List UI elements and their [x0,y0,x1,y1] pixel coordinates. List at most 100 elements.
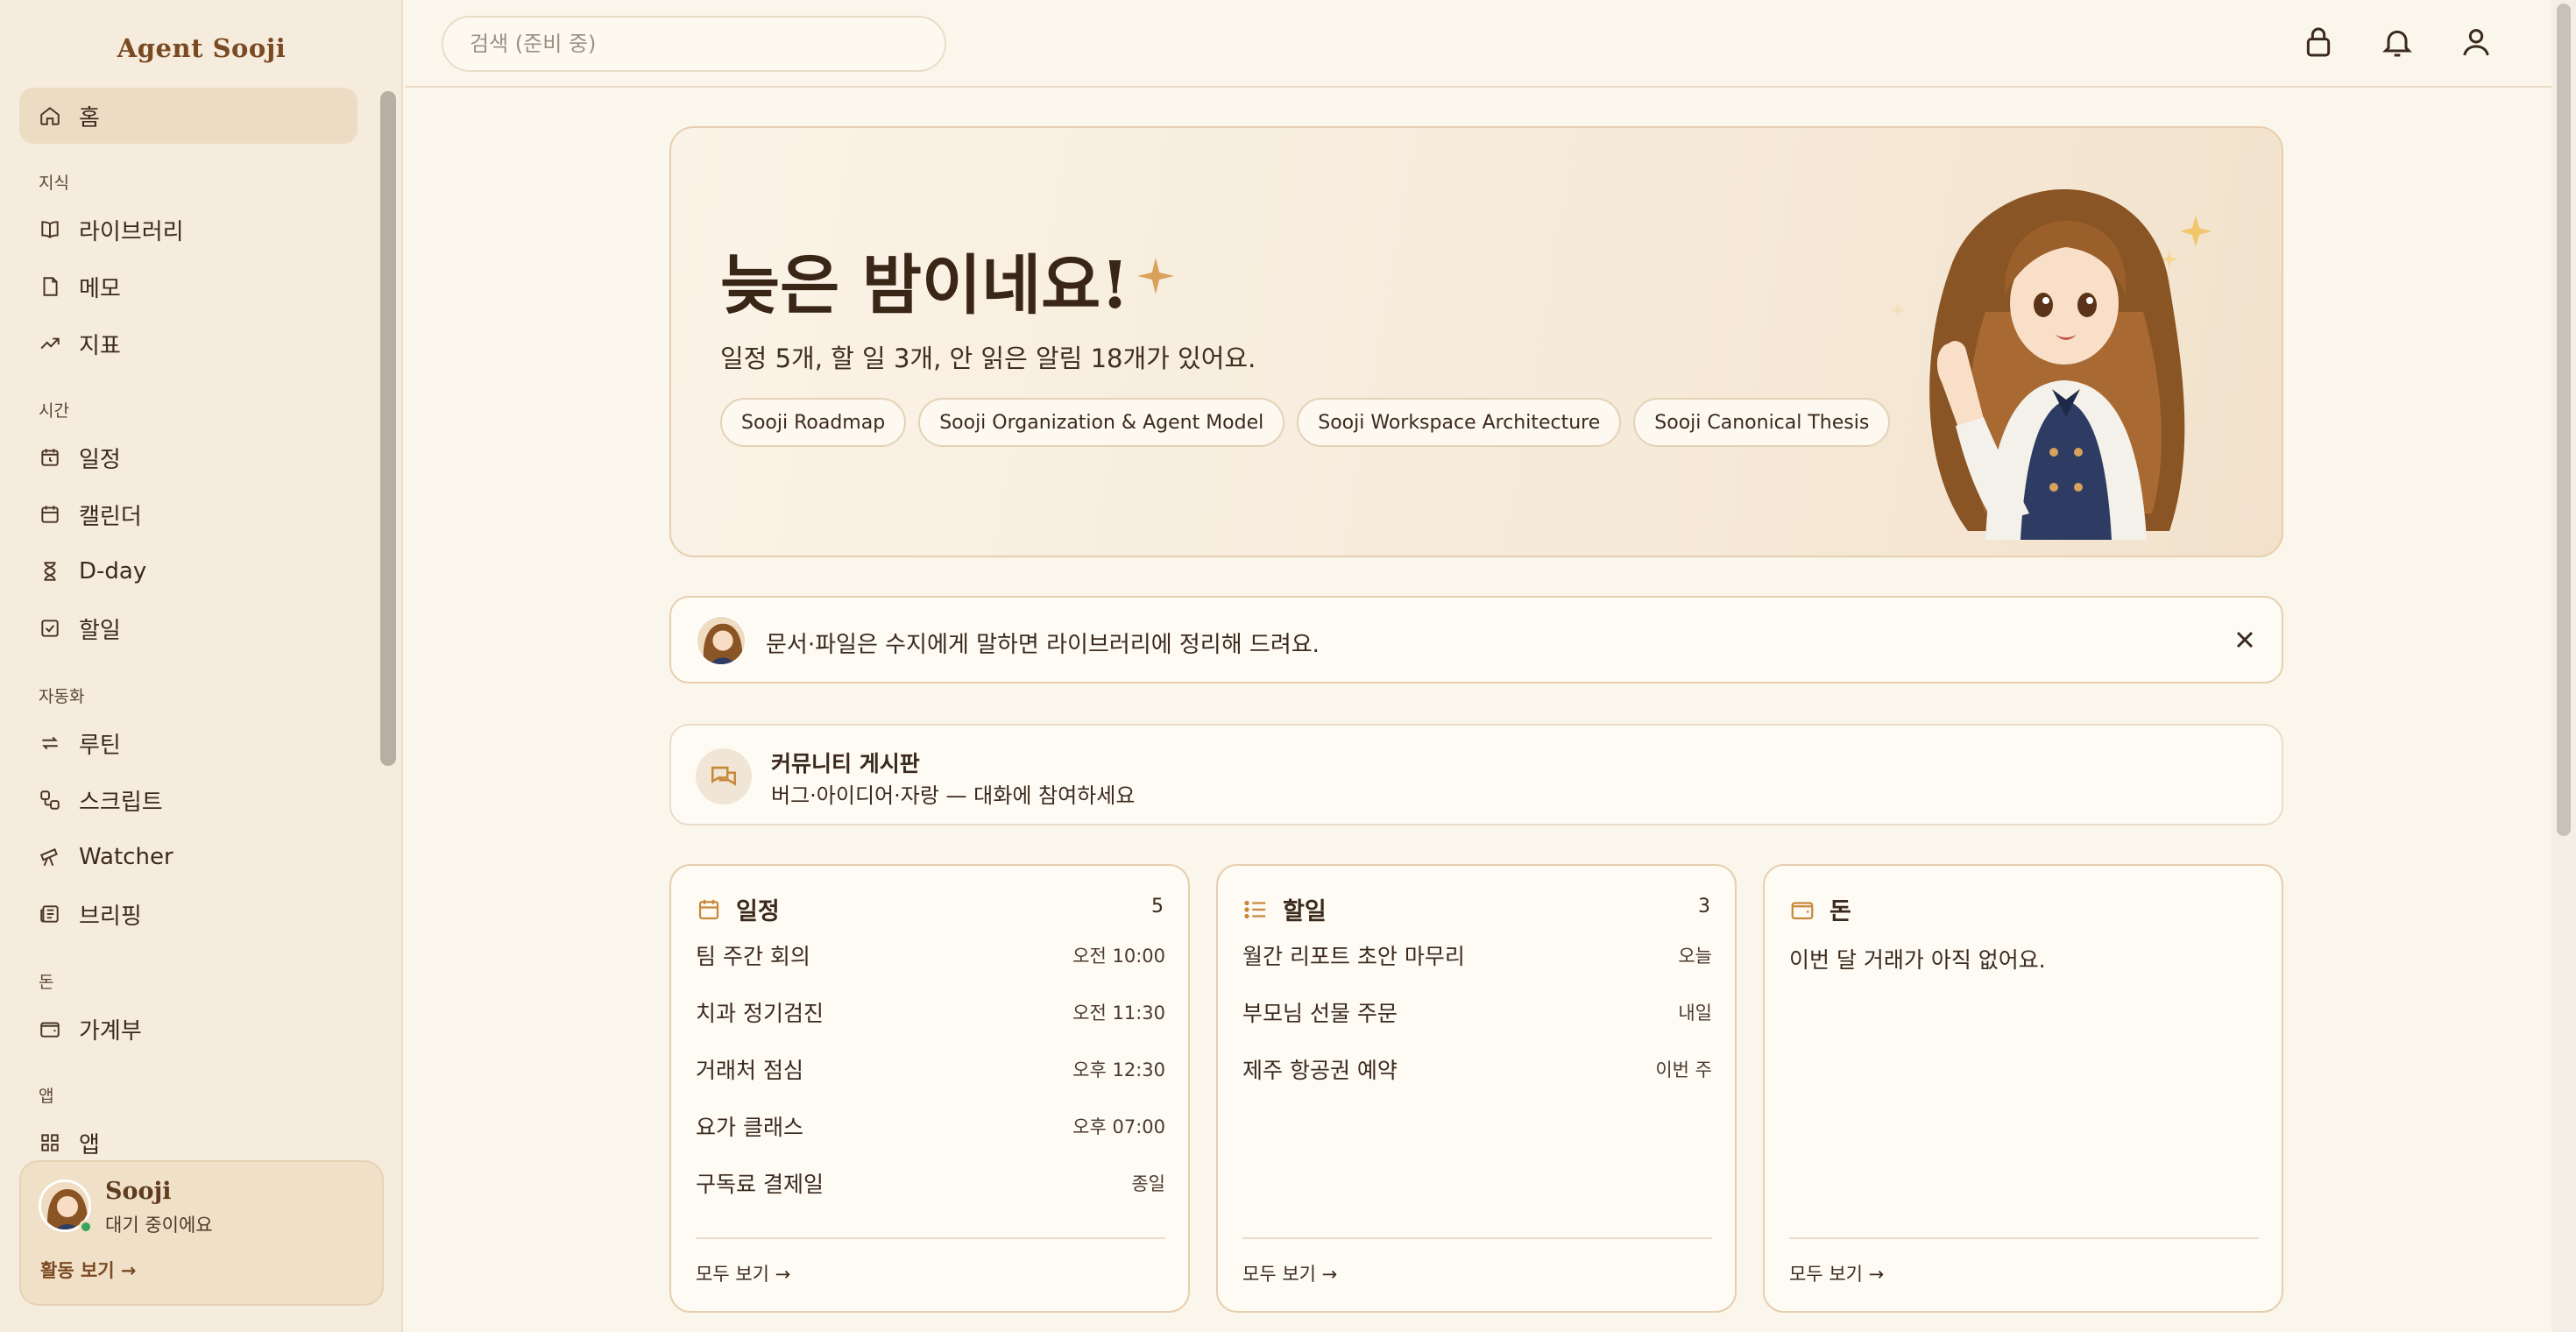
book-icon [39,218,61,241]
calendar-icon [39,503,61,526]
view-all-link[interactable]: 모두 보기 → [1789,1260,1884,1286]
sparkle-icon [1134,254,1178,298]
item-due: 오늘 [1678,946,1712,967]
card-count: 5 [1151,896,1164,918]
item-time: 종일 [1131,1173,1165,1194]
list-item[interactable]: 제주 항공권 예약 이번 주 [1242,1052,1712,1087]
list-item[interactable]: 구독료 결제일 종일 [696,1166,1165,1201]
view-all-link[interactable]: 모두 보기 → [1242,1260,1337,1286]
item-title: 요가 클래스 [696,1115,803,1140]
user-name: Sooji [105,1178,172,1205]
sidebar-item-dday[interactable]: D-day [19,543,357,599]
sidebar-item-label: 홈 [79,104,100,131]
community-subtitle: 버그·아이디어·자랑 — 대화에 참여하세요 [771,783,1136,808]
sidebar-item-metrics[interactable]: 지표 [19,315,357,372]
sidebar-item-memo[interactable]: 메모 [19,259,357,315]
search-input[interactable] [442,16,946,72]
greeting-hero: 늦은 밤이네요! 일정 5개, 할 일 3개, 안 읽은 알림 18개가 있어요… [669,126,2283,557]
item-time: 오전 10:00 [1072,946,1165,967]
sidebar-item-calendar[interactable]: 캘린더 [19,486,357,542]
trend-icon [39,332,61,355]
wallet-icon [39,1017,61,1040]
community-title: 커뮤니티 게시판 [771,751,920,776]
sidebar-item-label: 라이브러리 [79,218,184,245]
sidebar-item-label: 앱 [79,1131,100,1158]
section-apps: 앱 [39,1087,54,1106]
sidebar-item-label: 가계부 [79,1017,142,1045]
community-board-link[interactable]: 커뮤니티 게시판 버그·아이디어·자랑 — 대화에 참여하세요 [669,724,2283,825]
list-icon [1244,900,1266,918]
user-status: 대기 중이에요 [105,1215,213,1236]
section-money: 돈 [39,973,54,992]
wallet-icon [1791,901,1814,919]
list-item[interactable]: 부모님 선물 주문 내일 [1242,995,1712,1030]
section-knowledge: 지식 [39,174,69,193]
sidebar-item-briefing[interactable]: 브리핑 [19,886,357,942]
brand-logo[interactable]: Agent Sooji [0,33,403,63]
news-icon [39,903,61,925]
item-time: 오전 11:30 [1072,1003,1165,1024]
user-card[interactable]: Sooji 대기 중이에요 활동 보기 → [19,1160,384,1306]
sidebar-item-routine[interactable]: 루틴 [19,715,357,771]
item-due: 이번 주 [1655,1059,1712,1080]
divider [1242,1237,1712,1239]
card-title: 할일 [1283,898,1327,925]
hourglass-icon [39,560,61,583]
item-title: 부모님 선물 주문 [1242,1001,1398,1026]
schedule-card: 일정 5 팀 주간 회의 오전 10:00 치과 정기검진 오전 11:30 거래처… [669,864,1190,1313]
tip-banner: 문서·파일은 수지에게 말하면 라이브러리에 정리해 드려요. [669,596,2283,684]
item-title: 월간 리포트 초안 마무리 [1242,944,1465,969]
card-title: 돈 [1829,898,1851,925]
doc-chip[interactable]: Sooji Workspace Architecture [1297,398,1622,447]
doc-chip[interactable]: Sooji Canonical Thesis [1633,398,1891,447]
sidebar-item-label: D-day [79,558,147,585]
view-all-link[interactable]: 모두 보기 → [696,1260,790,1286]
sidebar-item-schedule[interactable]: 일정 [19,429,357,485]
view-activity-link[interactable]: 활동 보기 → [40,1257,137,1283]
bell-icon[interactable] [2380,25,2415,60]
sidebar-item-home[interactable]: 홈 [19,88,357,144]
sidebar-item-apps[interactable]: 앱 [19,1115,357,1158]
tip-text: 문서·파일은 수지에게 말하면 라이브러리에 정리해 드려요. [766,632,1320,658]
item-time: 오후 12:30 [1072,1059,1165,1080]
item-title: 거래처 점심 [696,1058,803,1083]
sidebar-item-todo[interactable]: 할일 [19,600,357,656]
online-status-indicator [79,1220,93,1234]
calendar-icon [698,899,719,919]
doc-chip[interactable]: Sooji Organization & Agent Model [918,398,1285,447]
section-time: 시간 [39,401,69,421]
sidebar: Agent Sooji 홈 지식 라이브러리 메모 지표 시간 일정 캘린더 D… [0,0,403,1332]
lock-icon[interactable] [2301,25,2336,60]
divider [696,1237,1165,1239]
home-icon [39,104,61,127]
alarm-icon [39,446,61,469]
sidebar-item-label: 지표 [79,332,121,359]
sidebar-item-label: 캘린더 [79,503,142,530]
sidebar-item-library[interactable]: 라이브러리 [19,202,357,258]
list-item[interactable]: 거래처 점심 오후 12:30 [696,1052,1165,1087]
sidebar-item-ledger[interactable]: 가계부 [19,1001,357,1057]
page-scrollbar[interactable] [2551,0,2576,1332]
sidebar-scrollbar[interactable] [380,91,396,766]
greeting-summary: 일정 5개, 할 일 3개, 안 읽은 알림 18개가 있어요. [720,344,1256,373]
money-card: 돈 이번 달 거래가 아직 없어요. 모두 보기 → [1763,864,2283,1313]
sidebar-item-label: 브리핑 [79,903,142,930]
item-title: 팀 주간 회의 [696,944,810,969]
list-item[interactable]: 월간 리포트 초안 마무리 오늘 [1242,938,1712,973]
user-icon[interactable] [2459,25,2494,60]
item-title: 구독료 결제일 [696,1172,824,1197]
todo-card: 할일 3 월간 리포트 초안 마무리 오늘 부모님 선물 주문 내일 제주 항공권 … [1216,864,1737,1313]
list-item[interactable]: 팀 주간 회의 오전 10:00 [696,938,1165,973]
sidebar-item-label: 루틴 [79,732,121,759]
list-item[interactable]: 치과 정기검진 오전 11:30 [696,995,1165,1030]
list-item[interactable]: 요가 클래스 오후 07:00 [696,1109,1165,1144]
sidebar-item-watcher[interactable]: Watcher [19,829,357,885]
doc-chip[interactable]: Sooji Roadmap [720,398,907,447]
sidebar-item-script[interactable]: 스크립트 [19,772,357,828]
sidebar-item-label: 할일 [79,617,121,644]
item-title: 치과 정기검진 [696,1001,824,1026]
mascot-illustration [1891,189,2212,540]
avatar [696,615,747,666]
card-title: 일정 [736,898,780,925]
close-icon[interactable] [2231,626,2259,654]
